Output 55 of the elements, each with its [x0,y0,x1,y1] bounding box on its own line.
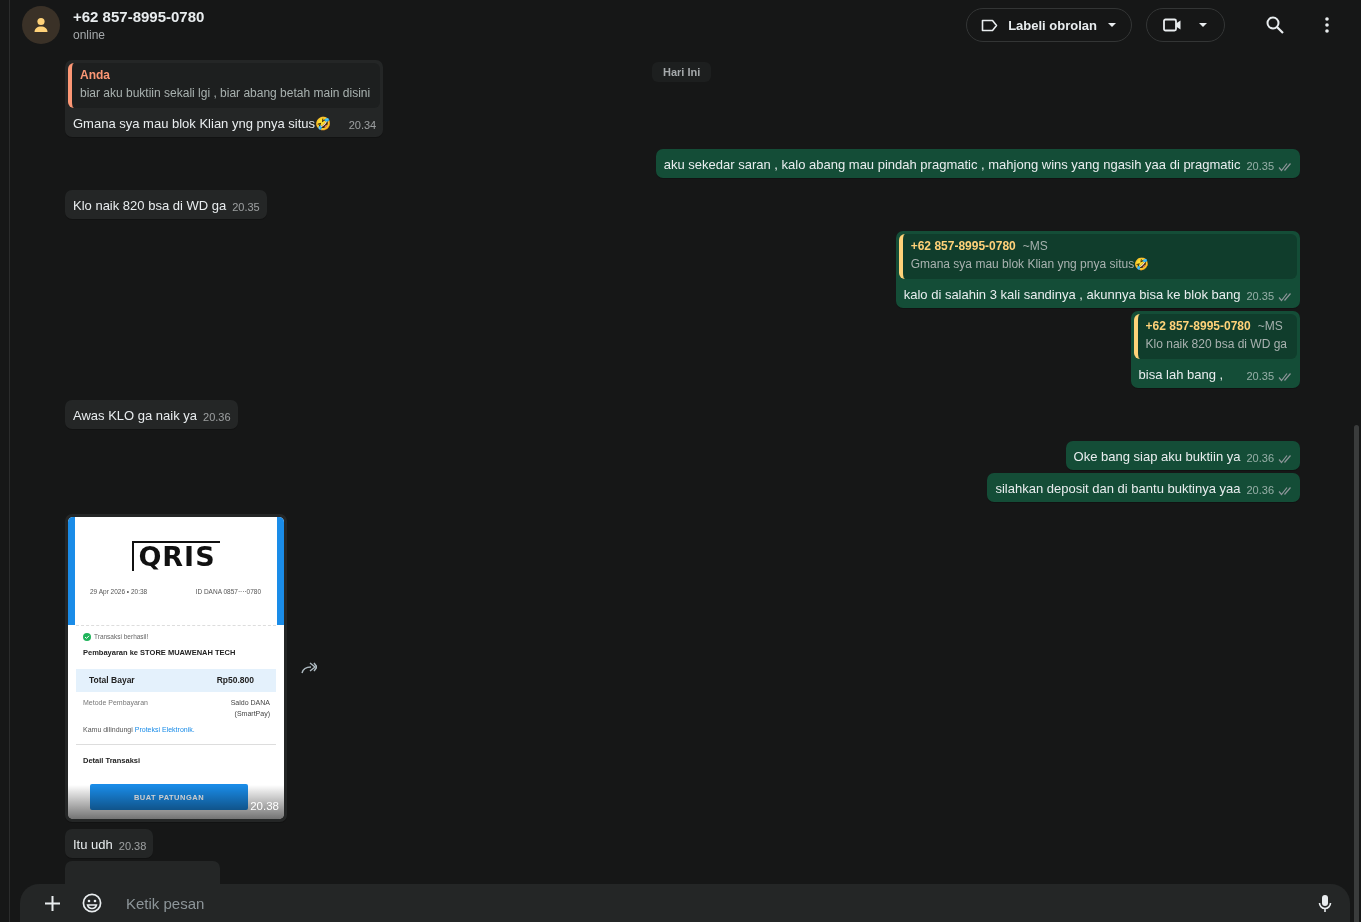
quote-text: Gmana sya mau blok Klian yng pnya situs🤣 [910,256,1151,273]
attach-button[interactable] [45,895,60,911]
forward-icon[interactable] [301,662,317,674]
sticker-icon [82,893,102,913]
quote-push-name: ~MS [1022,239,1048,253]
microphone-icon [1318,893,1332,913]
quote-author: Anda [80,68,110,82]
avatar[interactable] [22,6,60,44]
quote-text: biar aku buktiin sekali lgi , biar abang betah main disini [80,85,371,102]
message-time: 20.34 [348,118,377,133]
message-time: 20.38 [118,839,147,854]
total-amount: Rp50.800 [216,675,254,686]
message-text: kalo di salahin 3 kali sandinya , akunnya bisa ke blok bang [903,286,1241,304]
message-input[interactable]: Ketik pesan [124,893,1306,913]
quoted-message[interactable]: +62 857-8995-0780 ~MS Klo naik 820 bsa di WD ga [1133,314,1297,359]
video-camera-icon [1163,18,1182,32]
quote-push-name: ~MS [1257,319,1283,333]
message-text: Itu udh [73,836,113,854]
caret-icon [1107,22,1117,28]
check-circle-icon [83,632,91,641]
message-text: aku sekedar saran , kalo abang mau pindah pragmatic , mahjong wins yang ngasih yaa di pragmatic [663,156,1241,174]
voice-message-button[interactable] [1318,893,1332,913]
message-text: Gmana sya mau blok Klian yng pnya situs🤣 [73,115,332,133]
scrollbar[interactable] [1354,425,1359,922]
message-text: bisa lah bang , [1138,366,1224,384]
message-time: 20.35 [232,200,260,215]
message-text: Klo naik 820 bsa di WD ga [73,197,227,215]
contact-status: online [73,28,107,42]
message-time: 20.36 [1246,451,1274,466]
quoted-message[interactable]: +62 857-8995-0780 ~MS Gmana sya mau blok Klian yng pnya situs🤣 [898,234,1297,279]
message-text: Oke bang siap aku buktiin ya [1073,448,1241,466]
message-time: 20.36 [1246,483,1274,498]
qris-logo: QRIS [132,541,220,571]
search-icon [1266,16,1284,34]
message-time: 20.35 [1246,289,1274,304]
message-time: 20.35 [1246,369,1274,384]
quoted-message[interactable]: Anda biar aku buktiin sekali lgi , biar abang betah main disini [68,63,381,108]
caret-icon [1198,22,1208,28]
sticker-button[interactable] [82,893,102,913]
person-icon [32,16,50,34]
message-text: silahkan deposit dan di bantu buktinya yaa [995,480,1241,498]
contact-name: +62 857-8995-0780 [73,8,206,25]
quote-text: Klo naik 820 bsa di WD ga [1145,336,1287,353]
message-text: Awas KLO ga naik ya [73,407,198,425]
message-composer[interactable]: Ketik pesan [20,884,1350,922]
label-icon [981,18,999,32]
total-label: Total Bayar [89,675,135,686]
message-time: 20.36 [203,410,231,425]
menu-icon [1325,17,1329,33]
quote-author: +62 857-8995-0780 [910,239,1016,253]
plus-icon [45,895,60,911]
message-time: 20.38 [250,799,279,814]
quote-author: +62 857-8995-0780 [1145,319,1251,333]
message-time: 20.35 [1246,159,1274,174]
date-chip: Hari Ini [652,62,712,82]
